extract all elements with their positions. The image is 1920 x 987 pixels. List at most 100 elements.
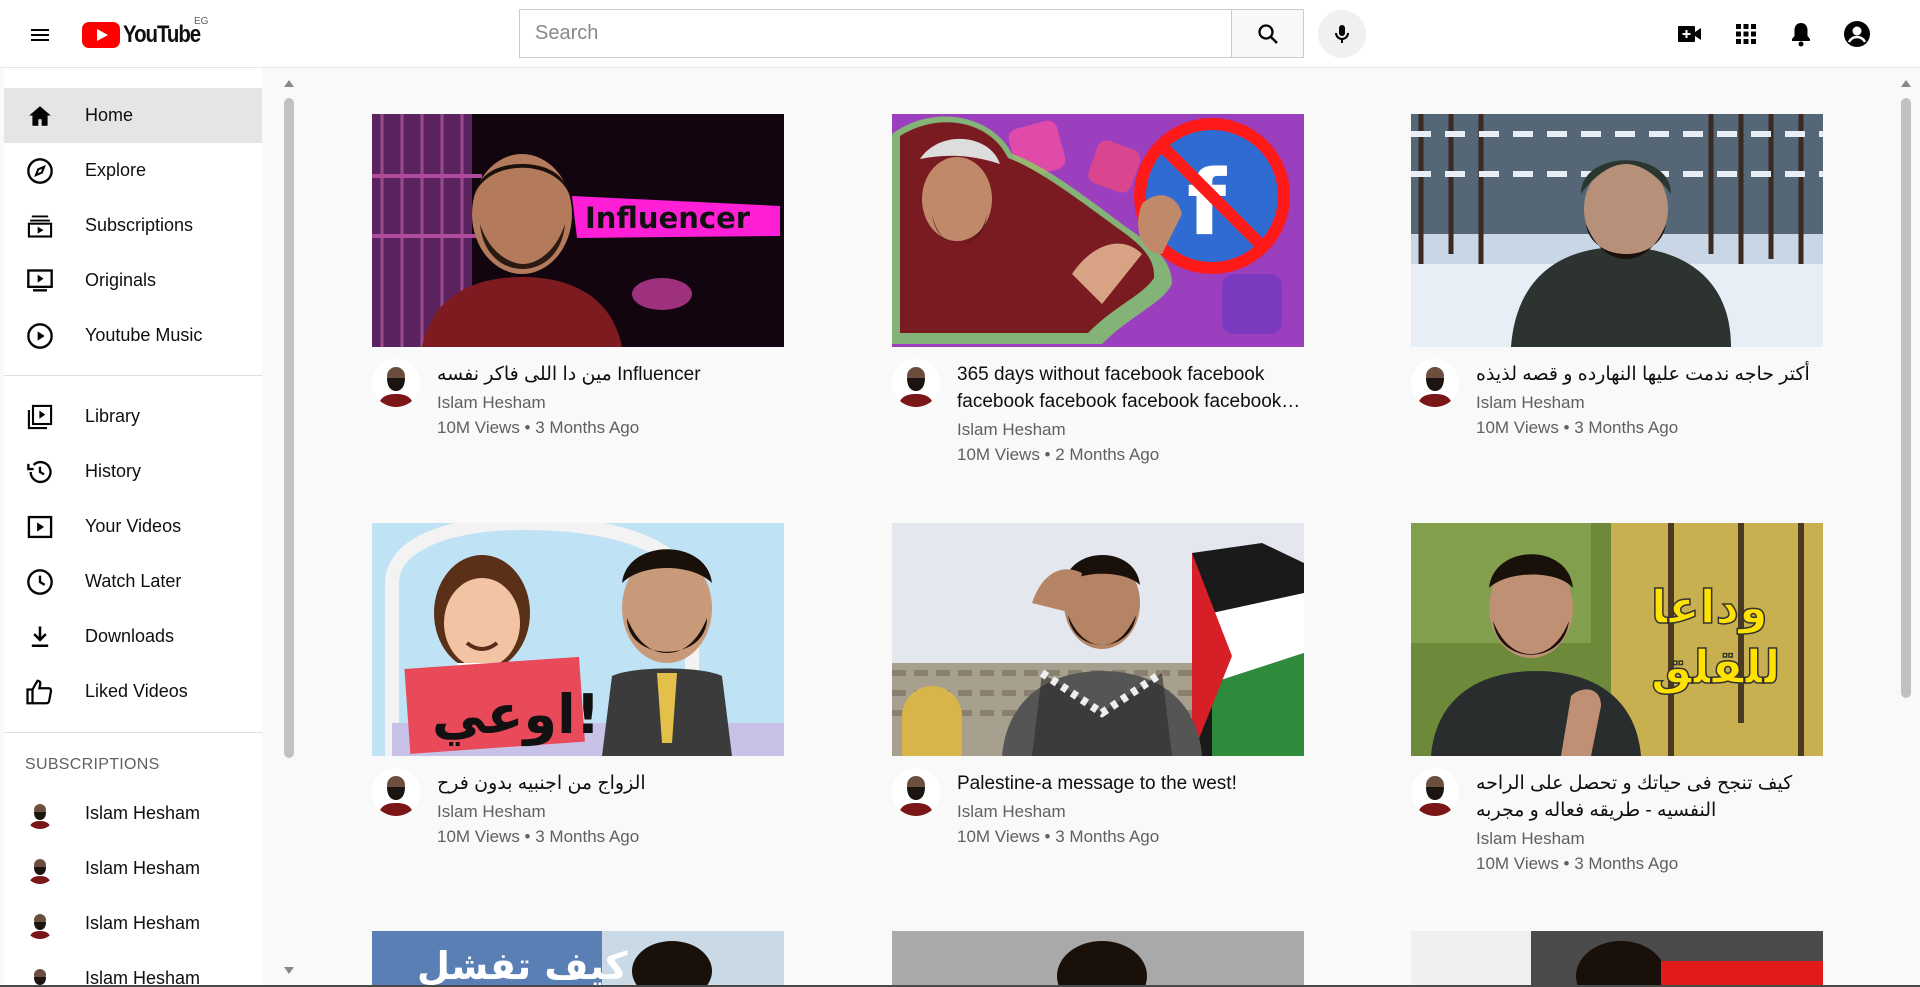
sidebar-item-home[interactable]: Home	[4, 88, 262, 143]
video-title[interactable]: Palestine-a message to the west!	[957, 770, 1302, 797]
video-camera-add-icon	[1678, 26, 1701, 42]
scroll-up-arrow-icon[interactable]	[1901, 80, 1911, 87]
video-channel-name[interactable]: Islam Hesham	[1476, 393, 1585, 413]
voice-search-button[interactable]	[1318, 10, 1366, 58]
notifications-button[interactable]	[1784, 17, 1818, 51]
sidebar-item-subscriptions[interactable]: Subscriptions	[4, 198, 262, 253]
hamburger-icon	[31, 29, 49, 41]
thumbnail-text: اوعي!	[432, 683, 600, 746]
sidebar-item-label: Downloads	[85, 626, 175, 646]
subscription-name: Islam Hesham	[85, 803, 201, 823]
thumbs-up-icon	[25, 677, 55, 707]
sidebar-item-label: History	[85, 461, 142, 481]
sidebar-divider	[4, 375, 262, 376]
video-thumbnail[interactable]	[892, 523, 1304, 756]
video-title[interactable]: الزواج من اجنبيه بدون فرح	[437, 770, 782, 797]
video-thumbnail[interactable]: وداعا للقلق	[1411, 523, 1823, 756]
sidebar-item-liked-videos[interactable]: Liked Videos	[4, 664, 262, 719]
subscription-name: Islam Hesham	[85, 913, 201, 933]
video-card[interactable]: كيف تفشل	[372, 931, 784, 985]
avatar	[25, 853, 55, 884]
video-card[interactable]: وداعا للقلق كيف تنجح فى حياتك و تحصل على…	[1411, 523, 1823, 876]
video-title[interactable]: كيف تنجح فى حياتك و تحصل على الراحه النف…	[1476, 770, 1821, 824]
sidebar-item-your-videos[interactable]: Your Videos	[4, 499, 262, 554]
video-thumbnail[interactable]: اوعي!	[372, 523, 784, 756]
sidebar-item-originals[interactable]: Originals	[4, 253, 262, 308]
clock-icon	[25, 567, 55, 597]
account-button[interactable]	[1840, 17, 1874, 51]
channel-avatar[interactable]	[892, 768, 940, 816]
sidebar-item-watch-later[interactable]: Watch Later	[4, 554, 262, 609]
video-channel-name[interactable]: Islam Hesham	[957, 802, 1066, 822]
scrollbar-thumb[interactable]	[284, 98, 294, 758]
search-input[interactable]	[520, 10, 1231, 57]
create-video-button[interactable]	[1673, 17, 1707, 51]
search-icon	[1257, 23, 1278, 44]
country-code: EG	[194, 16, 209, 27]
video-channel-name[interactable]: Islam Hesham	[437, 393, 546, 413]
video-title[interactable]: أكتر حاجه ندمت عليها النهارده و قصه لذيذ…	[1476, 361, 1821, 388]
sidebar-item-label: Youtube Music	[85, 325, 203, 345]
channel-avatar[interactable]	[1411, 359, 1459, 407]
channel-avatar[interactable]	[1411, 768, 1459, 816]
subscription-name: Islam Hesham	[85, 858, 201, 878]
channel-avatar[interactable]	[372, 359, 420, 407]
hamburger-menu-button[interactable]	[20, 15, 60, 55]
video-thumbnail[interactable]	[892, 931, 1304, 985]
home-icon	[25, 101, 55, 131]
video-card[interactable]: Palestine-a message to the west! Islam H…	[892, 523, 1304, 876]
video-title[interactable]: مين دا اللى فاكر نفسه Influencer	[437, 361, 782, 388]
subscription-item[interactable]: Islam Hesham	[4, 896, 262, 951]
video-title[interactable]: 365 days without facebook facebook faceb…	[957, 361, 1302, 415]
sidebar: Home Explore Subscriptions Originals You…	[4, 68, 262, 985]
search-button[interactable]	[1231, 9, 1304, 58]
video-thumbnail[interactable]	[1411, 931, 1823, 985]
channel-avatar[interactable]	[372, 768, 420, 816]
scroll-down-arrow-icon[interactable]	[284, 967, 294, 974]
video-card[interactable]: Influencer مين دا اللى فاكر نفسه Influen…	[372, 114, 784, 467]
thumbnail-text: وداعا	[1651, 580, 1768, 634]
sidebar-item-library[interactable]: Library	[4, 389, 262, 444]
video-channel-name[interactable]: Islam Hesham	[957, 420, 1066, 440]
sidebar-item-explore[interactable]: Explore	[4, 143, 262, 198]
video-card[interactable]: أكتر حاجه ندمت عليها النهارده و قصه لذيذ…	[1411, 114, 1823, 467]
thumbnail-text: كيف تفشل	[417, 944, 628, 985]
subscription-item[interactable]: Islam Hesham	[4, 786, 262, 841]
sidebar-scrollbar[interactable]	[281, 78, 297, 974]
video-card[interactable]: f 365 days without facebook facebook fac…	[892, 114, 1304, 467]
history-icon	[25, 457, 55, 487]
thumbnail-text: للقلق	[1651, 640, 1780, 694]
apps-button[interactable]	[1729, 17, 1763, 51]
scrollbar-thumb[interactable]	[1901, 98, 1911, 698]
sidebar-divider	[4, 732, 262, 733]
video-card[interactable]	[892, 931, 1304, 985]
youtube-logo[interactable]: YouTube EG	[82, 16, 214, 50]
video-card[interactable]	[1411, 931, 1823, 985]
video-thumbnail[interactable]	[1411, 114, 1823, 347]
scroll-up-arrow-icon[interactable]	[284, 80, 294, 87]
video-stats: 10M Views • 3 Months Ago	[437, 418, 640, 437]
subscriptions-icon	[25, 211, 55, 241]
video-stats: 10M Views • 3 Months Ago	[1476, 418, 1679, 437]
sidebar-item-label: Subscriptions	[85, 215, 194, 235]
subscription-item[interactable]: Islam Hesham	[4, 951, 262, 985]
video-thumbnail[interactable]: كيف تفشل	[372, 931, 784, 985]
sidebar-item-downloads[interactable]: Downloads	[4, 609, 262, 664]
sidebar-item-label: Liked Videos	[85, 681, 188, 701]
sidebar-item-label: Home	[85, 105, 134, 125]
sidebar-item-label: Watch Later	[85, 571, 182, 591]
video-thumbnail[interactable]: f	[892, 114, 1304, 347]
sidebar-item-youtube-music[interactable]: Youtube Music	[4, 308, 262, 363]
music-icon	[25, 321, 55, 351]
video-card[interactable]: اوعي! الزواج من اجنبيه بدون فرح Islam He…	[372, 523, 784, 876]
sidebar-item-history[interactable]: History	[4, 444, 262, 499]
main-scrollbar[interactable]	[1898, 78, 1914, 974]
video-channel-name[interactable]: Islam Hesham	[437, 802, 546, 822]
subscription-name: Islam Hesham	[85, 968, 201, 985]
microphone-icon	[1335, 25, 1349, 43]
video-thumbnail[interactable]: Influencer	[372, 114, 784, 347]
subscription-item[interactable]: Islam Hesham	[4, 841, 262, 896]
channel-avatar[interactable]	[892, 359, 940, 407]
video-channel-name[interactable]: Islam Hesham	[1476, 829, 1585, 849]
your-videos-icon	[25, 512, 55, 542]
